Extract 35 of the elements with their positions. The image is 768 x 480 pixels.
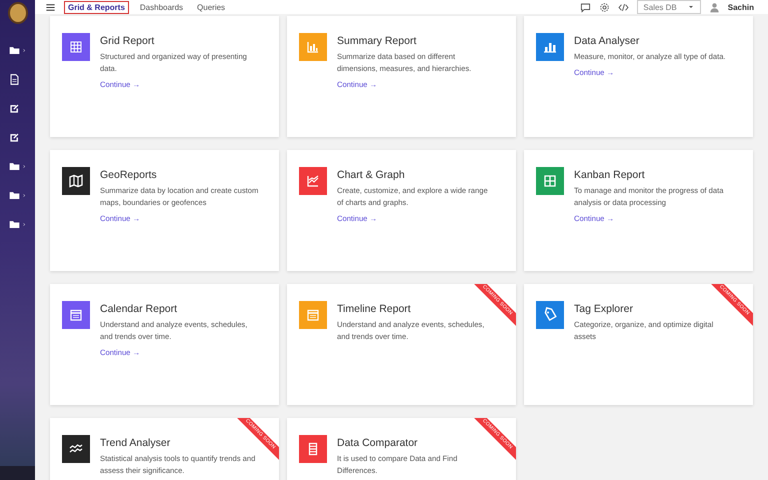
menu-icon <box>45 2 56 12</box>
edit-icon <box>9 132 20 142</box>
card-title: Kanban Report <box>574 169 645 181</box>
card-title: Calendar Report <box>100 303 178 315</box>
nav-tab[interactable]: Dashboards <box>136 2 186 12</box>
folder-icon <box>9 160 20 172</box>
card-title: GeoReports <box>100 169 157 181</box>
avatar-icon <box>708 2 720 12</box>
card-title: Tag Explorer <box>574 303 633 315</box>
edit-icon <box>9 102 20 114</box>
sidebar-footer <box>0 466 35 480</box>
folder-icon <box>9 218 20 230</box>
card-title: Timeline Report <box>337 303 411 315</box>
database-dropdown[interactable]: Sales DB <box>637 0 701 14</box>
card-title: Grid Report <box>100 35 154 47</box>
chevron-icon <box>22 222 26 226</box>
document-icon <box>9 74 20 84</box>
code-icon <box>618 2 630 12</box>
card-title: Trend Analyser <box>100 437 170 449</box>
folder-icon <box>9 190 20 200</box>
card-title: Data Comparator <box>337 437 418 449</box>
chevron-icon <box>22 48 26 52</box>
caret-icon <box>686 3 695 11</box>
card-title: Data Analyser <box>574 35 640 47</box>
logo-icon <box>8 2 28 24</box>
chevron-icon <box>22 192 26 198</box>
nav-tab[interactable]: Queries <box>194 2 228 12</box>
card-title: Chart & Graph <box>337 169 405 181</box>
settings-icon <box>599 2 610 12</box>
chevron-icon <box>22 164 26 168</box>
chat-icon <box>580 2 592 12</box>
folder-icon <box>9 44 20 56</box>
card-title: Summary Report <box>337 35 416 47</box>
user-name: Sachin <box>728 2 754 12</box>
nav-tab[interactable]: Grid & Reports <box>64 0 129 14</box>
